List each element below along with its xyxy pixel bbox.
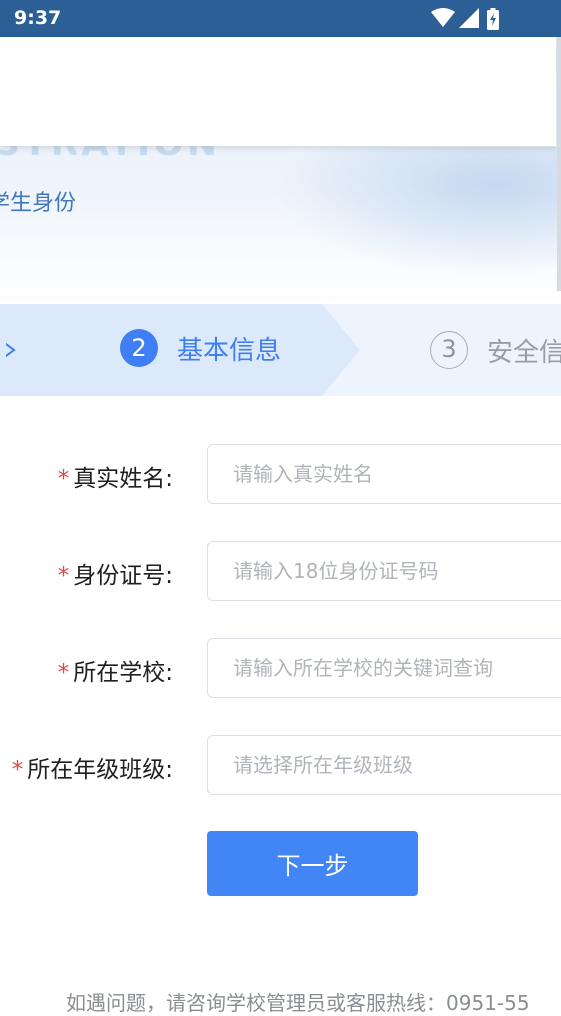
required-mark: * xyxy=(57,660,70,686)
school-label-text: 所在学校: xyxy=(73,660,173,686)
help-hotline-text: 如遇问题，请咨询学校管理员或客服热线：0951-55 xyxy=(66,991,530,1015)
step-2-number: 2 xyxy=(120,329,158,367)
id-number-input[interactable] xyxy=(207,541,561,601)
battery-icon xyxy=(487,8,499,30)
chevron-icon xyxy=(6,342,16,358)
status-bar: 9:37 xyxy=(0,0,561,37)
next-step-button[interactable]: 下一步 xyxy=(207,831,418,896)
id-number-label: * 身份证号: xyxy=(58,556,173,590)
required-mark: * xyxy=(57,563,70,589)
grade-class-label-text: 所在年级班级: xyxy=(27,757,173,783)
real-name-label-text: 真实姓名: xyxy=(73,466,173,492)
real-name-input[interactable] xyxy=(207,444,561,504)
school-label: * 所在学校: xyxy=(58,653,173,687)
banner-subtitle: 学生身份 xyxy=(0,191,77,216)
step-3-label[interactable]: 安全信 xyxy=(487,332,561,369)
id-number-label-text: 身份证号: xyxy=(73,563,173,589)
step-3-number: 3 xyxy=(430,331,468,369)
scrollbar[interactable] xyxy=(557,37,561,291)
required-mark: * xyxy=(11,757,24,783)
grade-class-select[interactable] xyxy=(207,735,561,795)
real-name-label: * 真实姓名: xyxy=(58,459,173,493)
status-time: 9:37 xyxy=(14,7,62,29)
grade-class-label: * 所在年级班级: xyxy=(12,750,173,784)
required-mark: * xyxy=(57,466,70,492)
header-card xyxy=(0,37,556,146)
step-2-label[interactable]: 基本信息 xyxy=(177,330,281,367)
banner-decoration xyxy=(271,147,561,277)
signal-icon xyxy=(459,8,479,28)
wifi-icon xyxy=(431,8,455,27)
school-input[interactable] xyxy=(207,638,561,698)
